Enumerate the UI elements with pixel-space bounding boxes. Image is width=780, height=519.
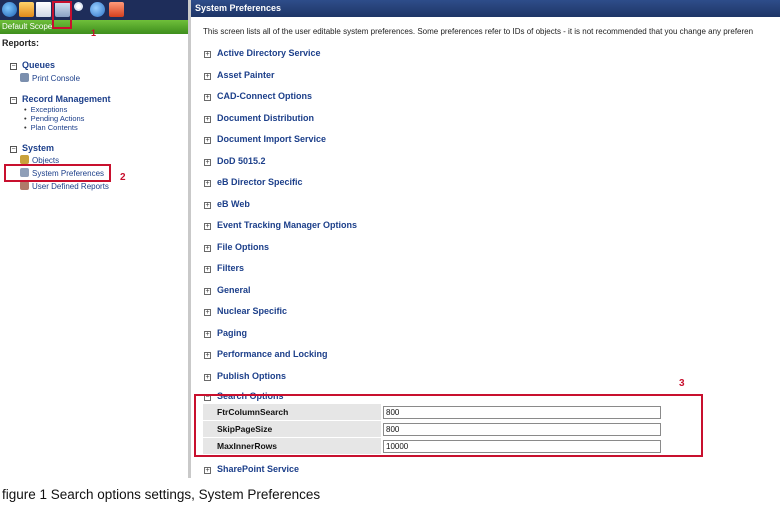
expand-icon[interactable]: + (204, 467, 211, 474)
expand-icon[interactable]: + (204, 223, 211, 230)
section-publish-options[interactable]: + Publish Options (204, 371, 286, 384)
section-sharepoint-service[interactable]: + SharePoint Service (204, 464, 299, 477)
section-performance-and-locking[interactable]: + Performance and Locking (204, 349, 328, 362)
reports-heading: Reports: (2, 38, 40, 48)
report-pending-actions[interactable]: Pending Actions (24, 114, 85, 123)
expand-icon[interactable]: + (204, 331, 211, 338)
group-queues[interactable]: − Queues (10, 60, 55, 70)
report-icon (20, 181, 29, 190)
expand-icon[interactable]: + (204, 288, 211, 295)
expand-icon[interactable]: + (204, 180, 211, 187)
section-filters[interactable]: + Filters (204, 263, 244, 276)
section-document-import-service[interactable]: + Document Import Service (204, 134, 326, 147)
expand-icon[interactable]: + (204, 266, 211, 273)
expand-icon[interactable]: + (204, 374, 211, 381)
annotation-box-2 (4, 164, 111, 182)
section-document-distribution[interactable]: + Document Distribution (204, 113, 314, 126)
section-nuclear-specific[interactable]: + Nuclear Specific (204, 306, 287, 319)
printer-icon (20, 73, 29, 82)
section-eb-web[interactable]: + eB Web (204, 199, 250, 212)
search-icon[interactable] (74, 2, 83, 11)
help-icon[interactable] (90, 2, 105, 17)
expand-icon[interactable]: + (204, 159, 211, 166)
section-event-tracking-manager-options[interactable]: + Event Tracking Manager Options (204, 220, 357, 233)
section-file-options[interactable]: + File Options (204, 242, 269, 255)
document-icon[interactable] (36, 2, 51, 17)
section-paging[interactable]: + Paging (204, 328, 247, 341)
toolbar (0, 0, 188, 20)
report-print-console[interactable]: Print Console (20, 73, 80, 83)
section-asset-painter[interactable]: + Asset Painter (204, 70, 275, 83)
collapse-icon[interactable]: − (10, 63, 17, 70)
report-exceptions[interactable]: Exceptions (24, 105, 68, 114)
group-system[interactable]: − System (10, 143, 54, 153)
annotation-number-3: 3 (679, 378, 685, 389)
section-general[interactable]: + General (204, 285, 251, 298)
report-user-defined-reports[interactable]: User Defined Reports (20, 181, 109, 191)
report-plan-contents[interactable]: Plan Contents (24, 123, 78, 132)
home-icon[interactable] (19, 2, 34, 17)
collapse-icon[interactable]: − (10, 97, 17, 104)
section-eb-director-specific[interactable]: + eB Director Specific (204, 177, 303, 190)
annotation-number-1: 1 (91, 28, 97, 38)
expand-icon[interactable]: + (204, 309, 211, 316)
expand-icon[interactable]: + (204, 202, 211, 209)
objects-icon (20, 155, 29, 164)
expand-icon[interactable]: + (204, 137, 211, 144)
expand-icon[interactable]: + (204, 245, 211, 252)
annotation-box-3 (194, 394, 703, 457)
expand-icon[interactable]: + (204, 51, 211, 58)
group-record-management[interactable]: − Record Management (10, 94, 111, 104)
expand-icon[interactable]: + (204, 352, 211, 359)
section-dod-5015-2[interactable]: + DoD 5015.2 (204, 156, 266, 169)
figure-caption: figure 1 Search options settings, System… (2, 487, 321, 502)
expand-icon[interactable]: + (204, 73, 211, 80)
annotation-box-1 (52, 1, 72, 29)
globe-icon[interactable] (2, 2, 17, 17)
expand-icon[interactable]: + (204, 116, 211, 123)
section-active-directory-service[interactable]: + Active Directory Service (204, 48, 321, 61)
left-panel: Default Scope: Reports: − Queues Print Co… (0, 0, 188, 478)
close-icon[interactable] (109, 2, 124, 17)
intro-text: This screen lists all of the user editab… (203, 27, 754, 36)
page-title: System Preferences (191, 0, 780, 17)
collapse-icon[interactable]: − (10, 146, 17, 153)
section-cad-connect-options[interactable]: + CAD-Connect Options (204, 91, 312, 104)
expand-icon[interactable]: + (204, 94, 211, 101)
annotation-number-2: 2 (120, 172, 126, 183)
